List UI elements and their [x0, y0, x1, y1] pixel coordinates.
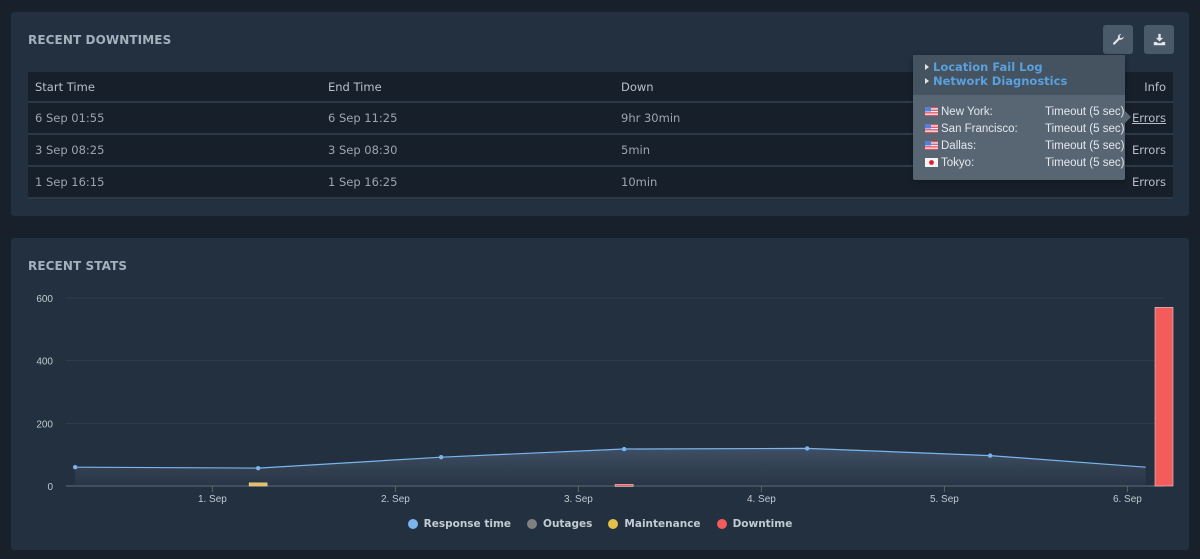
x-tick-label: 2. Sep [381, 494, 410, 505]
x-tick-label: 6. Sep [1113, 494, 1142, 505]
legend-item-downtime[interactable]: Downtime [716, 518, 793, 530]
wrench-icon [1112, 33, 1124, 45]
x-tick-label: 4. Sep [747, 494, 776, 505]
location-name: Tokyo: [941, 156, 975, 169]
legend-dot-icon [716, 519, 727, 529]
location-status: Timeout (5 sec) [1045, 122, 1125, 135]
response-time-point [621, 446, 627, 452]
response-time-area [75, 448, 1146, 486]
legend-item-outages[interactable]: Outages [527, 518, 592, 530]
legend-label: Downtime [732, 518, 793, 530]
download-button[interactable] [1144, 25, 1174, 54]
y-tick-label: 200 [36, 419, 53, 430]
downtime-bar [1154, 307, 1174, 487]
errors-popup: Location Fail Log Network Diagnostics Ne… [913, 55, 1131, 180]
legend-dot-icon [527, 519, 538, 529]
legend-dot-icon [608, 519, 619, 529]
start-time-cell: 6 Sep 01:55 [28, 102, 321, 135]
response-time-point [72, 465, 78, 470]
location-name: New York: [941, 105, 993, 118]
legend-label: Response time [423, 518, 512, 530]
end-time-cell: 6 Sep 11:25 [321, 102, 614, 135]
popup-pointer [1125, 111, 1131, 123]
us-flag-icon [925, 141, 938, 150]
y-tick-label: 600 [36, 294, 53, 305]
downtime-bar [614, 484, 634, 487]
location-row: New York: Timeout (5 sec) [925, 103, 1125, 120]
location-fail-log-link[interactable]: Location Fail Log [925, 60, 1125, 74]
recent-stats-panel: RECENT STATS 0 200 400 600 1. Sep 2. Sep 3. Se… [11, 238, 1189, 550]
start-time-cell: 3 Sep 08:25 [28, 134, 321, 167]
end-time-cell: 3 Sep 08:30 [321, 134, 614, 167]
legend-label: Maintenance [624, 518, 701, 530]
panel-title: RECENT DOWNTIMES [28, 33, 172, 47]
location-row: Tokyo: Timeout (5 sec) [925, 154, 1125, 171]
legend-label: Outages [543, 518, 593, 530]
location-name: San Francisco: [941, 122, 1018, 135]
link-label: Network Diagnostics [933, 74, 1068, 88]
column-header-end-time[interactable]: End Time [321, 72, 614, 103]
x-tick-label: 1. Sep [198, 494, 227, 505]
download-icon [1153, 33, 1165, 46]
y-tick-label: 400 [36, 357, 53, 368]
y-tick-label: 0 [47, 482, 53, 493]
location-status: Timeout (5 sec) [1045, 105, 1125, 118]
network-diagnostics-link[interactable]: Network Diagnostics [925, 74, 1125, 88]
link-label: Location Fail Log [933, 60, 1043, 74]
x-tick-label: 5. Sep [930, 494, 959, 505]
legend-item-maintenance[interactable]: Maintenance [608, 518, 701, 530]
location-status: Timeout (5 sec) [1045, 156, 1125, 169]
us-flag-icon [925, 107, 938, 116]
errors-link[interactable]: Errors [1132, 143, 1166, 157]
errors-link[interactable]: Errors [1132, 175, 1166, 189]
location-name: Dallas: [941, 139, 977, 152]
maintenance-bar [248, 482, 268, 487]
chart-legend: Response time Outages Maintenance Downti… [11, 518, 1189, 530]
end-time-cell: 1 Sep 16:25 [321, 166, 614, 199]
location-status: Timeout (5 sec) [1045, 139, 1125, 152]
legend-item-response-time[interactable]: Response time [407, 518, 512, 530]
start-time-cell: 1 Sep 16:15 [28, 166, 321, 199]
column-header-start-time[interactable]: Start Time [28, 72, 321, 103]
popup-links: Location Fail Log Network Diagnostics [913, 55, 1125, 95]
us-flag-icon [925, 124, 938, 133]
stats-chart: 0 200 400 600 1. Sep 2. Sep 3. Sep 4. Sep 5. Sep… [36, 294, 1174, 505]
response-time-point [255, 465, 261, 471]
settings-button[interactable] [1103, 25, 1133, 54]
x-tick-label: 3. Sep [564, 494, 593, 505]
response-time-point [804, 446, 810, 451]
location-row: San Francisco: Timeout (5 sec) [925, 120, 1125, 137]
caret-right-icon [925, 78, 929, 84]
jp-flag-icon [925, 158, 938, 167]
legend-dot-icon [407, 519, 418, 529]
caret-right-icon [925, 64, 929, 70]
location-list: New York: Timeout (5 sec) San Francisco:… [913, 95, 1125, 171]
response-time-point [438, 454, 444, 460]
errors-link[interactable]: Errors [1132, 111, 1166, 125]
location-row: Dallas: Timeout (5 sec) [925, 137, 1125, 154]
response-time-point [987, 453, 993, 458]
